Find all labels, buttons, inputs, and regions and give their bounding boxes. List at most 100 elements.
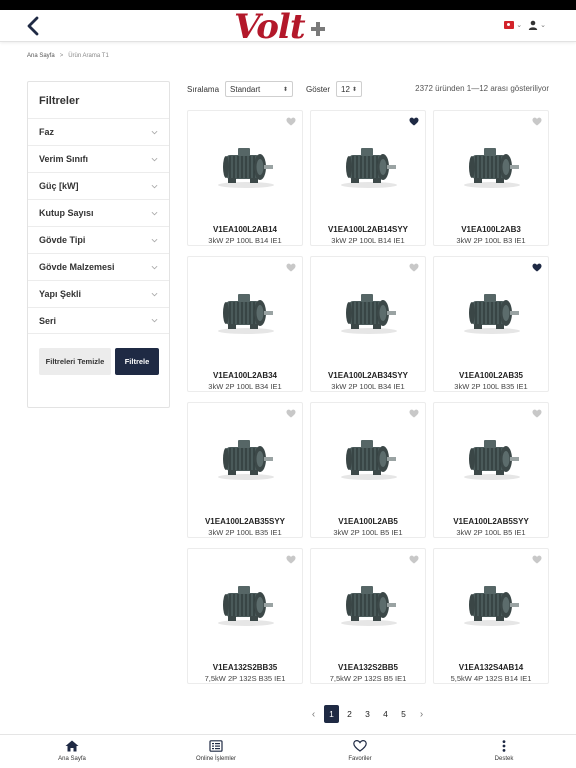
product-code[interactable]: V1EA100L2AB5SYY <box>434 517 548 526</box>
brand-logo[interactable]: Volt <box>234 7 325 47</box>
apply-filter-button[interactable]: Filtrele <box>115 348 159 375</box>
product-description: 3kW 2P 100L B34 IE1 <box>208 382 282 391</box>
filter-item-kutup-sayisi[interactable]: Kutup Sayısı <box>28 199 169 226</box>
filter-item-faz[interactable]: Faz <box>28 118 169 145</box>
logo-text: Volt <box>234 7 306 47</box>
product-grid: V1EA100L2AB14 3kW 2P 100L B14 IE1 V1EA10… <box>187 110 549 684</box>
heart-icon[interactable] <box>532 263 542 272</box>
nav-label: Online İşlemler <box>195 756 236 762</box>
product-image[interactable] <box>337 287 401 335</box>
page-button[interactable]: 2 <box>342 705 357 723</box>
filters-panel: Filtreler Faz Verim Sınıfı Güç [kW] Kutu… <box>27 81 170 408</box>
product-code[interactable]: V1EA132S4AB14 <box>434 663 548 672</box>
language-selector[interactable]: ⌄ <box>504 21 522 29</box>
product-card[interactable]: V1EA132S2BB5 7,5kW 2P 132S B5 IE1 <box>310 548 426 684</box>
heart-icon[interactable] <box>409 263 419 272</box>
product-code[interactable]: V1EA100L2AB35 <box>434 371 548 380</box>
bottom-nav: Ana Sayfa Online İşlemler Favoriler Dest… <box>0 734 576 768</box>
product-card[interactable]: V1EA100L2AB34SYY 3kW 2P 100L B34 IE1 <box>310 256 426 392</box>
heart-icon[interactable] <box>532 117 542 126</box>
heart-icon[interactable] <box>286 117 296 126</box>
heart-icon[interactable] <box>409 117 419 126</box>
product-image[interactable] <box>337 433 401 481</box>
nav-online-operations[interactable]: Online İşlemler <box>171 740 261 762</box>
sort-label: Sıralama <box>187 84 220 94</box>
heart-icon[interactable] <box>286 263 296 272</box>
filter-list: Faz Verim Sınıfı Güç [kW] Kutup Sayısı G… <box>28 118 169 334</box>
product-code[interactable]: V1EA100L2AB35SYY <box>188 517 302 526</box>
product-card[interactable]: V1EA100L2AB5SYY 3kW 2P 100L B5 IE1 <box>433 402 549 538</box>
page-button[interactable]: 3 <box>360 705 375 723</box>
product-image[interactable] <box>460 287 524 335</box>
product-card[interactable]: V1EA100L2AB34 3kW 2P 100L B34 IE1 <box>187 256 303 392</box>
filter-item-verim-sinifi[interactable]: Verim Sınıfı <box>28 145 169 172</box>
product-code[interactable]: V1EA100L2AB34 <box>188 371 302 380</box>
product-code[interactable]: V1EA100L2AB5 <box>311 517 425 526</box>
product-image[interactable] <box>214 141 278 189</box>
breadcrumb-home[interactable]: Ana Sayfa <box>27 53 55 59</box>
chevron-down-icon <box>151 292 158 296</box>
chevron-down-icon <box>151 184 158 188</box>
product-code[interactable]: V1EA100L2AB3 <box>434 225 548 234</box>
heart-icon[interactable] <box>286 409 296 418</box>
heart-icon[interactable] <box>409 555 419 564</box>
page-button[interactable]: 4 <box>378 705 393 723</box>
filter-item-guc[interactable]: Güç [kW] <box>28 172 169 199</box>
sort-select[interactable]: Standart ⬍ <box>225 81 294 97</box>
nav-favorites[interactable]: Favoriler <box>315 740 405 762</box>
turkey-flag-icon <box>504 21 515 29</box>
product-image[interactable] <box>460 141 524 189</box>
heart-icon[interactable] <box>532 409 542 418</box>
product-image[interactable] <box>337 579 401 627</box>
filter-item-yapi-sekli[interactable]: Yapı Şekli <box>28 280 169 307</box>
product-card[interactable]: V1EA100L2AB5 3kW 2P 100L B5 IE1 <box>310 402 426 538</box>
next-page-button[interactable]: › <box>414 705 429 723</box>
nav-support[interactable]: Destek <box>459 740 549 762</box>
clear-filters-button[interactable]: Filtreleri Temizle <box>39 348 111 375</box>
product-card[interactable]: V1EA100L2AB14 3kW 2P 100L B14 IE1 <box>187 110 303 246</box>
product-image[interactable] <box>214 433 278 481</box>
product-description: 3kW 2P 100L B14 IE1 <box>208 236 282 245</box>
product-card[interactable]: V1EA100L2AB14SYY 3kW 2P 100L B14 IE1 <box>310 110 426 246</box>
breadcrumb-current: Ürün Arama T1 <box>68 53 109 59</box>
product-code[interactable]: V1EA100L2AB34SYY <box>311 371 425 380</box>
back-button[interactable] <box>24 15 44 37</box>
heart-icon[interactable] <box>409 409 419 418</box>
user-menu[interactable]: ⌄ <box>528 20 546 30</box>
chevron-left-icon <box>27 16 39 36</box>
product-description: 5,5kW 4P 132S B14 IE1 <box>450 674 532 683</box>
product-card[interactable]: V1EA100L2AB35SYY 3kW 2P 100L B35 IE1 <box>187 402 303 538</box>
page-size-select[interactable]: 12 ⬍ <box>336 81 363 97</box>
product-card[interactable]: V1EA132S2BB35 7,5kW 2P 132S B35 IE1 <box>187 548 303 684</box>
filter-label: Kutup Sayısı <box>39 208 94 218</box>
product-image[interactable] <box>337 141 401 189</box>
nav-home[interactable]: Ana Sayfa <box>27 740 117 762</box>
prev-page-button[interactable]: ‹ <box>306 705 321 723</box>
chevron-down-icon <box>151 318 158 323</box>
page-button[interactable]: 1 <box>324 705 339 723</box>
heart-icon[interactable] <box>532 555 542 564</box>
product-card[interactable]: V1EA100L2AB35 3kW 2P 100L B35 IE1 <box>433 256 549 392</box>
filter-item-govde-malzemesi[interactable]: Gövde Malzemesi <box>28 253 169 280</box>
product-image[interactable] <box>460 433 524 481</box>
product-code[interactable]: V1EA132S2BB5 <box>311 663 425 672</box>
filter-item-govde-tipi[interactable]: Gövde Tipi <box>28 226 169 253</box>
product-code[interactable]: V1EA100L2AB14SYY <box>311 225 425 234</box>
filter-label: Yapı Şekli <box>39 289 82 299</box>
product-description: 7,5kW 2P 132S B35 IE1 <box>204 674 286 683</box>
product-code[interactable]: V1EA100L2AB14 <box>188 225 302 234</box>
product-card[interactable]: V1EA132S4AB14 5,5kW 4P 132S B14 IE1 <box>433 548 549 684</box>
more-vertical-icon <box>502 740 506 752</box>
nav-label: Destek <box>494 756 514 762</box>
product-code[interactable]: V1EA132S2BB35 <box>188 663 302 672</box>
product-image[interactable] <box>460 579 524 627</box>
product-image[interactable] <box>214 579 278 627</box>
product-image[interactable] <box>214 287 278 335</box>
chevron-down-icon <box>151 130 158 134</box>
product-card[interactable]: V1EA100L2AB3 3kW 2P 100L B3 IE1 <box>433 110 549 246</box>
show-label: Göster <box>306 84 331 94</box>
filter-item-seri[interactable]: Seri <box>28 307 169 334</box>
heart-icon[interactable] <box>286 555 296 564</box>
page-button[interactable]: 5 <box>396 705 411 723</box>
product-description: 3kW 2P 100L B34 IE1 <box>331 382 405 391</box>
